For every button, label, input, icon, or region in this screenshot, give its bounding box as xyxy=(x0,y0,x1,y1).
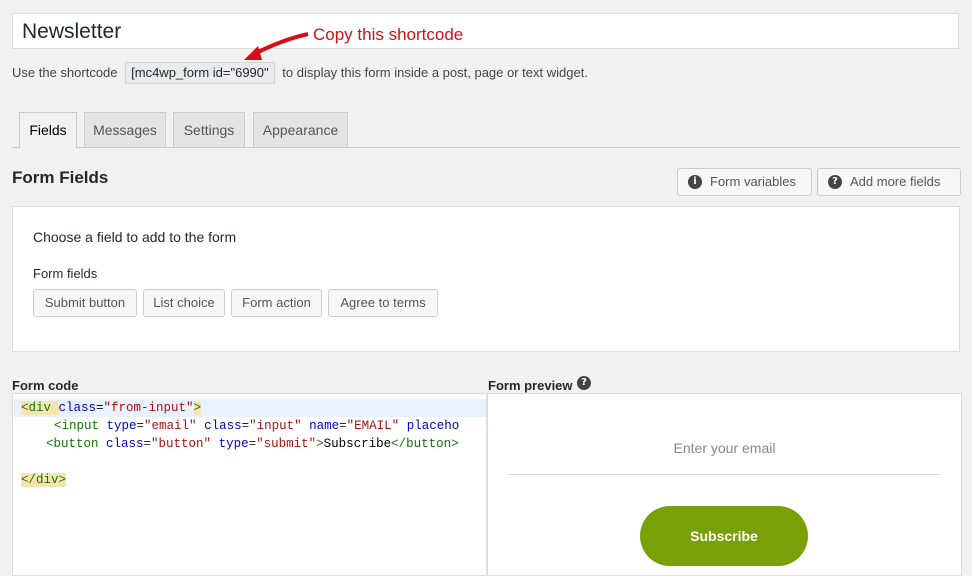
choose-field-heading: Choose a field to add to the form xyxy=(33,229,237,245)
code-line-1: <div class="from-input"> xyxy=(21,401,202,415)
form-code-label: Form code xyxy=(12,378,79,393)
email-input-underline xyxy=(507,474,941,475)
form-variables-label: Form variables xyxy=(710,174,796,189)
add-more-fields-label: Add more fields xyxy=(850,174,941,189)
code-editor[interactable]: <div class="from-input"> <input type="em… xyxy=(12,393,487,576)
form-title-text: Newsletter xyxy=(22,20,122,43)
tab-settings[interactable]: Settings xyxy=(173,112,245,148)
shortcode-description: Use the shortcode [mc4wp_form id="6990" … xyxy=(12,62,588,84)
form-preview-label: Form preview xyxy=(488,378,573,393)
agree-to-terms-field[interactable]: Agree to terms xyxy=(328,289,438,317)
annotation-text: Copy this shortcode xyxy=(313,25,464,44)
shortcode-suffix: to display this form inside a post, page… xyxy=(282,65,588,80)
info-icon: i xyxy=(688,175,702,189)
add-more-fields-button[interactable]: ? Add more fields xyxy=(817,168,961,196)
submit-button-field[interactable]: Submit button xyxy=(33,289,137,317)
shortcode-prefix: Use the shortcode xyxy=(12,65,118,80)
section-title: Form Fields xyxy=(12,168,109,187)
fields-panel xyxy=(12,206,960,352)
form-variables-button[interactable]: i Form variables xyxy=(677,168,812,196)
code-line-3: <button class="button" type="submit">Sub… xyxy=(46,437,459,451)
help-icon[interactable]: ? xyxy=(577,376,591,390)
list-choice-field[interactable]: List choice xyxy=(143,289,225,317)
form-action-field[interactable]: Form action xyxy=(231,289,322,317)
code-line-5: </div> xyxy=(21,473,67,487)
subscribe-button[interactable]: Subscribe xyxy=(640,506,808,566)
tab-messages[interactable]: Messages xyxy=(84,112,166,148)
form-fields-label: Form fields xyxy=(33,266,98,281)
tab-fields[interactable]: Fields xyxy=(19,112,77,149)
help-circle-icon: ? xyxy=(828,175,842,189)
form-title-input[interactable] xyxy=(12,13,959,49)
shortcode-code[interactable]: [mc4wp_form id="6990" xyxy=(125,62,275,84)
tab-appearance[interactable]: Appearance xyxy=(253,112,348,148)
annotation-arrow-icon xyxy=(244,32,309,60)
code-line-2: <input type="email" class="input" name="… xyxy=(54,419,460,433)
email-input-placeholder[interactable]: Enter your email xyxy=(487,440,962,456)
